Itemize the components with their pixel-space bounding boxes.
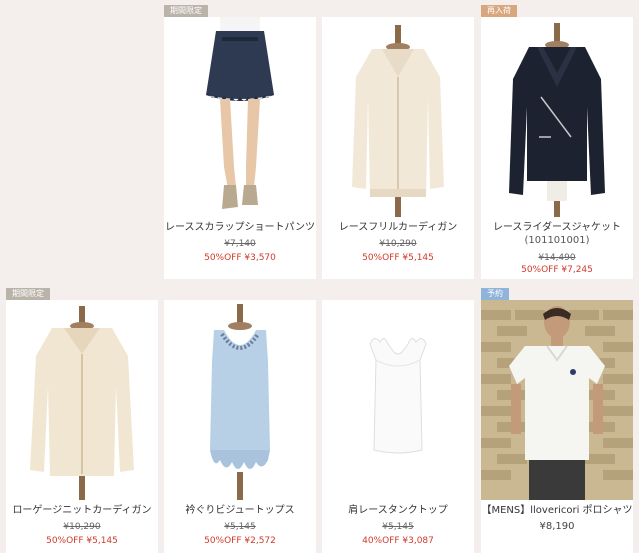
product-card[interactable]: 予約 【MENS】llovericori ポロシャツ ¥8,190: [481, 288, 633, 553]
product-card[interactable]: 期間限定 ローゲージニットカーディガン ¥10,290 50%OFF ¥5,14…: [6, 288, 158, 553]
product-card[interactable]: 肩レースタンクトップ ¥5,145 40%OFF ¥3,087: [322, 300, 474, 553]
product-card[interactable]: レースフリルカーディガン ¥10,290 50%OFF ¥5,145: [322, 17, 474, 279]
product-name[interactable]: 肩レースタンクトップ: [322, 504, 474, 517]
sale-price: 50%OFF ¥5,145: [46, 536, 118, 546]
product-code: (101101001): [524, 235, 590, 246]
lace-cardigan-photo[interactable]: [322, 17, 474, 217]
original-price: ¥7,140: [224, 239, 256, 249]
original-price: ¥10,290: [63, 522, 101, 532]
product-card[interactable]: 期間限定 レーススカラップショートパンツ ¥7,140 50%OFF ¥3,57…: [164, 5, 316, 279]
sale-price: 40%OFF ¥3,087: [362, 536, 434, 546]
reservation-badge: 予約: [481, 288, 509, 300]
sale-price: 50%OFF ¥2,572: [204, 536, 276, 546]
product-card[interactable]: 衿ぐりビジュートップス ¥5,145 50%OFF ¥2,572: [164, 300, 316, 553]
product-card[interactable]: 再入荷 レースライダースジャケット (101101001) ¥14,490 50…: [481, 5, 633, 279]
limited-badge: 期間限定: [164, 5, 208, 17]
knit-cardigan-photo[interactable]: [6, 300, 158, 500]
product-name[interactable]: ローゲージニットカーディガン: [6, 504, 158, 517]
original-price: ¥10,290: [379, 239, 417, 249]
original-price: ¥5,145: [224, 522, 256, 532]
lace-shorts-photo[interactable]: [164, 17, 316, 217]
product-name[interactable]: レースフリルカーディガン: [322, 221, 474, 234]
rider-jacket-photo[interactable]: [481, 17, 633, 217]
original-price: ¥5,145: [382, 522, 414, 532]
sale-price: 50%OFF ¥7,245: [521, 265, 593, 275]
product-name[interactable]: 【MENS】llovericori ポロシャツ: [481, 504, 633, 517]
bijou-top-photo[interactable]: [164, 300, 316, 500]
price: ¥8,190: [539, 521, 575, 532]
restock-badge: 再入荷: [481, 5, 517, 17]
tank-top-photo[interactable]: [322, 300, 474, 500]
product-name[interactable]: レースライダースジャケット (101101001): [481, 221, 633, 247]
sale-price: 50%OFF ¥3,570: [204, 253, 276, 263]
limited-badge: 期間限定: [6, 288, 50, 300]
product-name[interactable]: レーススカラップショートパンツ: [164, 221, 316, 234]
polo-shirt-photo[interactable]: [481, 300, 633, 500]
product-name[interactable]: 衿ぐりビジュートップス: [164, 504, 316, 517]
product-name-text[interactable]: レースライダースジャケット: [493, 222, 621, 233]
original-price: ¥14,490: [538, 253, 576, 263]
sale-price: 50%OFF ¥5,145: [362, 253, 434, 263]
